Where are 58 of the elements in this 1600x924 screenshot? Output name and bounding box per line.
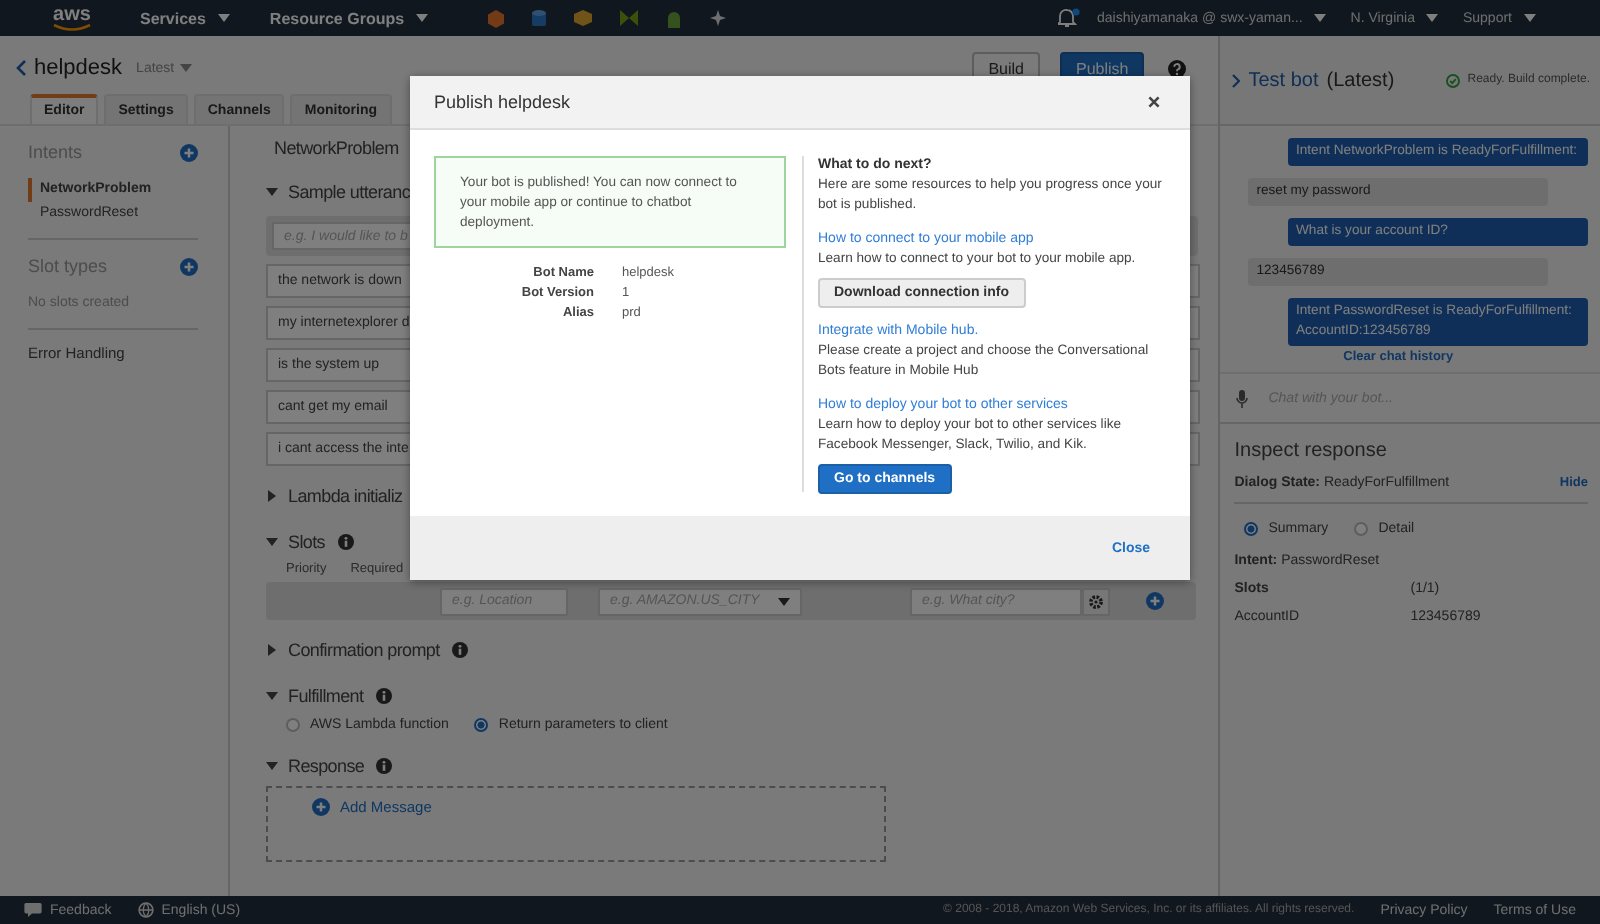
bowtie-icon[interactable] [620, 10, 639, 26]
expand-caret-icon[interactable] [266, 490, 278, 502]
add-icon[interactable] [180, 257, 198, 275]
radio-button[interactable] [1244, 521, 1259, 535]
caret-icon [1314, 14, 1327, 22]
check-icon [1445, 73, 1460, 87]
cube-icon[interactable] [574, 10, 593, 26]
smile-icon [52, 23, 92, 31]
caret-icon [416, 14, 429, 22]
add-icon[interactable] [1146, 592, 1164, 610]
section-heading[interactable]: Confirmation prompt [288, 640, 440, 660]
section-heading[interactable]: Response [288, 756, 365, 776]
collapse-caret-icon[interactable] [266, 692, 278, 700]
nav-menu[interactable]: Resource Groups [269, 9, 429, 27]
radio-button[interactable] [286, 717, 300, 731]
caret-icon [778, 597, 790, 605]
add-icon[interactable] [180, 143, 198, 161]
settings-button[interactable] [1082, 587, 1110, 615]
caret-icon [1524, 14, 1536, 22]
intent-title: NetworkProblem [274, 136, 399, 162]
bot-name: helpdesk [34, 56, 123, 80]
info-icon[interactable] [451, 642, 468, 658]
chevron-icon[interactable] [1232, 73, 1241, 87]
info-icon[interactable] [375, 688, 392, 704]
sparkle-icon[interactable] [710, 10, 727, 26]
dialog-title: Publish helpdesk [434, 92, 571, 112]
microphone-icon[interactable] [1236, 389, 1249, 407]
collapse-caret-icon[interactable] [266, 188, 278, 196]
caret-icon [180, 64, 193, 72]
radio-button[interactable] [474, 717, 489, 731]
cylinder-icon[interactable] [532, 9, 547, 27]
help-icon[interactable] [1168, 59, 1187, 77]
nav-menu[interactable]: Services [140, 9, 230, 27]
collapse-caret-icon[interactable] [266, 762, 278, 770]
caret-icon [1426, 14, 1439, 22]
collapse-caret-icon[interactable] [266, 538, 278, 546]
notification-bell-icon[interactable] [1058, 8, 1081, 28]
section-heading[interactable]: Slots [288, 532, 326, 552]
caret-icon [217, 14, 230, 22]
aws-logo[interactable]: aws [53, 5, 91, 23]
section-heading[interactable]: Sample utteranc [288, 182, 411, 202]
panel-title[interactable]: Test bot [1248, 69, 1319, 91]
inspect-heading: Inspect response [1234, 440, 1389, 466]
section-heading[interactable]: Lambda initializ [288, 486, 403, 506]
radio-button[interactable] [1354, 521, 1369, 535]
gear-icon [1088, 593, 1104, 609]
arch-icon[interactable] [666, 9, 683, 27]
section-heading[interactable]: Fulfillment [288, 686, 364, 706]
version-label: (Latest) [1326, 69, 1395, 91]
back-icon[interactable] [16, 60, 26, 76]
close-icon[interactable] [1148, 96, 1160, 108]
info-icon[interactable] [376, 758, 393, 774]
expand-caret-icon[interactable] [266, 644, 278, 656]
speech-bubble-icon[interactable] [24, 902, 42, 918]
globe-icon[interactable] [137, 902, 154, 918]
hexagon-icon[interactable] [488, 9, 505, 27]
add-icon[interactable] [312, 798, 330, 816]
info-icon[interactable] [337, 534, 354, 550]
